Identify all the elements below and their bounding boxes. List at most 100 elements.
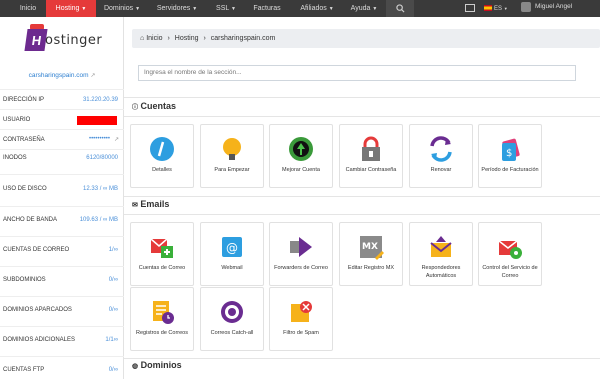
sidebar-row-disco: USO DE DISCO 12.33 / ∞ MB <box>0 174 124 206</box>
tile-filtro-spam[interactable]: Filtro de Spam <box>269 287 333 351</box>
section-title-cuentas: ⓘ Cuentas <box>132 101 176 111</box>
sidebar-row-ancho: ANCHO DE BANDA 109.63 / ∞ MB <box>0 206 124 236</box>
search-icon[interactable] <box>386 0 414 17</box>
chevron-right-icon: › <box>203 35 206 42</box>
section-label: Cuentas <box>140 101 177 111</box>
sidebar-value: 0/∞ <box>108 277 118 283</box>
lightbulb-icon <box>223 138 241 160</box>
avatar[interactable] <box>521 2 531 12</box>
nav-hosting-label: Hosting <box>55 5 80 12</box>
sidebar-value: 6120/80000 <box>86 155 118 161</box>
tile-label: Control del Servicio de Correo <box>482 265 538 279</box>
user-name[interactable]: Miguel Angel <box>535 0 572 14</box>
breadcrumb-home[interactable]: Inicio <box>146 35 162 42</box>
tile-registros-correos[interactable]: Registros de Correos <box>130 287 194 351</box>
tile-label: Período de Facturación <box>481 167 539 173</box>
nav-afiliados[interactable]: Afiliados ▼ <box>295 0 339 17</box>
sidebar: H ostinger carsharingspain.com ↗ DIRECCI… <box>0 17 124 379</box>
tile-detalles[interactable]: Detalles <box>130 124 194 188</box>
tile-label: Webmail <box>221 265 243 271</box>
tile-label: Editar Registro MX <box>347 265 395 271</box>
sidebar-value: 12.33 / ∞ MB <box>83 186 118 192</box>
catch-all-icon <box>221 301 243 323</box>
sidebar-value: •••••••••• <box>88 136 110 142</box>
tile-catch-all[interactable]: Correos Catch-all <box>200 287 264 351</box>
nav-ayuda[interactable]: Ayuda ▼ <box>346 0 382 17</box>
divider <box>124 97 600 98</box>
tile-renovar[interactable]: Renovar <box>409 124 473 188</box>
tile-cambiar-contrasena[interactable]: Cambiar Contraseña <box>339 124 403 188</box>
tile-editar-mx[interactable]: MX Editar Registro MX <box>339 222 403 286</box>
spain-flag-icon[interactable] <box>484 5 492 11</box>
sidebar-value: 109.63 / ∞ MB <box>79 217 118 223</box>
section-label: Emails <box>140 199 170 209</box>
tile-para-empezar[interactable]: Para Empezar <box>200 124 264 188</box>
envelope-icon: ✉ <box>132 202 138 209</box>
tile-label: Renovar <box>430 167 452 173</box>
tile-periodo-facturacion[interactable]: $ Período de Facturación <box>478 124 542 188</box>
spam-filter-icon <box>291 301 312 322</box>
chevron-down-icon: ▼ <box>328 6 334 12</box>
sidebar-label: DIRECCIÓN IP <box>3 97 45 103</box>
section-title-emails: ✉ Emails <box>132 199 169 209</box>
nav-dominios[interactable]: Dominios ▼ <box>100 0 144 17</box>
tile-label: Registros de Correos <box>136 330 188 336</box>
sidebar-row-inodos: INODOS 6120/80000 <box>0 149 124 174</box>
svg-text:@: @ <box>226 241 238 255</box>
divider <box>124 358 600 359</box>
tile-label: Cambiar Contraseña <box>345 167 397 173</box>
main-content: ⌂ Inicio › Hosting › carsharingspain.com… <box>124 17 600 379</box>
tile-control-correo[interactable]: Control del Servicio de Correo <box>478 222 542 286</box>
sidebar-label: USUARIO <box>3 117 31 123</box>
mail-accounts-icon <box>150 238 173 258</box>
sidebar-row-usuario: USUARIO <box>0 109 124 129</box>
section-title-dominios: ◍ Dominios <box>132 360 182 370</box>
nav-ssl[interactable]: SSL ▼ <box>212 0 240 17</box>
nav-facturas[interactable]: Facturas <box>250 0 284 17</box>
tile-label: Mejorar Cuenta <box>282 167 320 173</box>
divider <box>124 116 600 117</box>
hostinger-logo: H ostinger <box>24 24 102 53</box>
divider <box>124 214 600 215</box>
sidebar-value: 31.220.20.39 <box>82 97 118 103</box>
chevron-down-icon: ▼ <box>135 6 141 12</box>
globe-icon: ◍ <box>132 363 139 370</box>
tile-mejorar-cuenta[interactable]: Mejorar Cuenta <box>269 124 333 188</box>
nav-hosting[interactable]: Hosting ▼ <box>46 0 96 17</box>
tile-respondedores[interactable]: Respondedores Automáticos <box>409 222 473 286</box>
mail-icon[interactable] <box>465 4 475 12</box>
external-link-icon[interactable]: ↗ <box>114 136 119 143</box>
nav-servidores-label: Servidores <box>156 5 191 12</box>
nav-inicio[interactable]: Inicio <box>13 0 43 17</box>
sidebar-row-aparcados: DOMINIOS APARCADOS 0/∞ <box>0 296 124 326</box>
info-circle-icon: ⓘ <box>132 105 139 111</box>
tile-cuentas-correo[interactable]: Cuentas de Correo <box>130 222 194 286</box>
section-search-input[interactable]: Ingresa el nombre de la sección... <box>138 65 576 81</box>
language-label: ES <box>494 6 503 12</box>
tile-label: Cuentas de Correo <box>138 265 186 271</box>
nav-afiliados-label: Afiliados <box>300 5 327 12</box>
mail-control-icon <box>498 240 522 259</box>
sidebar-domain[interactable]: carsharingspain.com ↗ <box>0 72 124 79</box>
upgrade-icon <box>289 137 313 161</box>
nav-servidores[interactable]: Servidores ▼ <box>152 0 202 17</box>
breadcrumb-domain: carsharingspain.com <box>210 35 276 42</box>
sidebar-label: CUENTAS DE CORREO <box>3 247 70 253</box>
forwarders-icon <box>290 237 312 257</box>
breadcrumb-hosting[interactable]: Hosting <box>175 35 199 42</box>
sidebar-row-password: CONTRASEÑA •••••••••• ↗ <box>0 129 124 149</box>
nav-ssl-label: SSL <box>216 5 230 12</box>
sidebar-label: DOMINIOS ADICIONALES <box>3 337 76 343</box>
chevron-down-icon: ▼ <box>230 6 236 12</box>
tile-webmail[interactable]: @ Webmail <box>200 222 264 286</box>
section-label: Dominios <box>140 360 182 370</box>
tile-label: Filtro de Spam <box>283 330 319 336</box>
sidebar-value: 1/∞ <box>108 247 118 253</box>
sidebar-row-subdominios: SUBDOMINIOS 0/∞ <box>0 266 124 296</box>
home-icon: ⌂ <box>140 35 145 42</box>
tile-forwarders[interactable]: Forwarders de Correo <box>269 222 333 286</box>
language-selector[interactable]: ES ▼ <box>494 0 508 18</box>
tile-label: Forwarders de Correo <box>274 265 328 271</box>
autoresponder-icon <box>430 236 452 257</box>
billing-icon: $ <box>502 138 520 161</box>
